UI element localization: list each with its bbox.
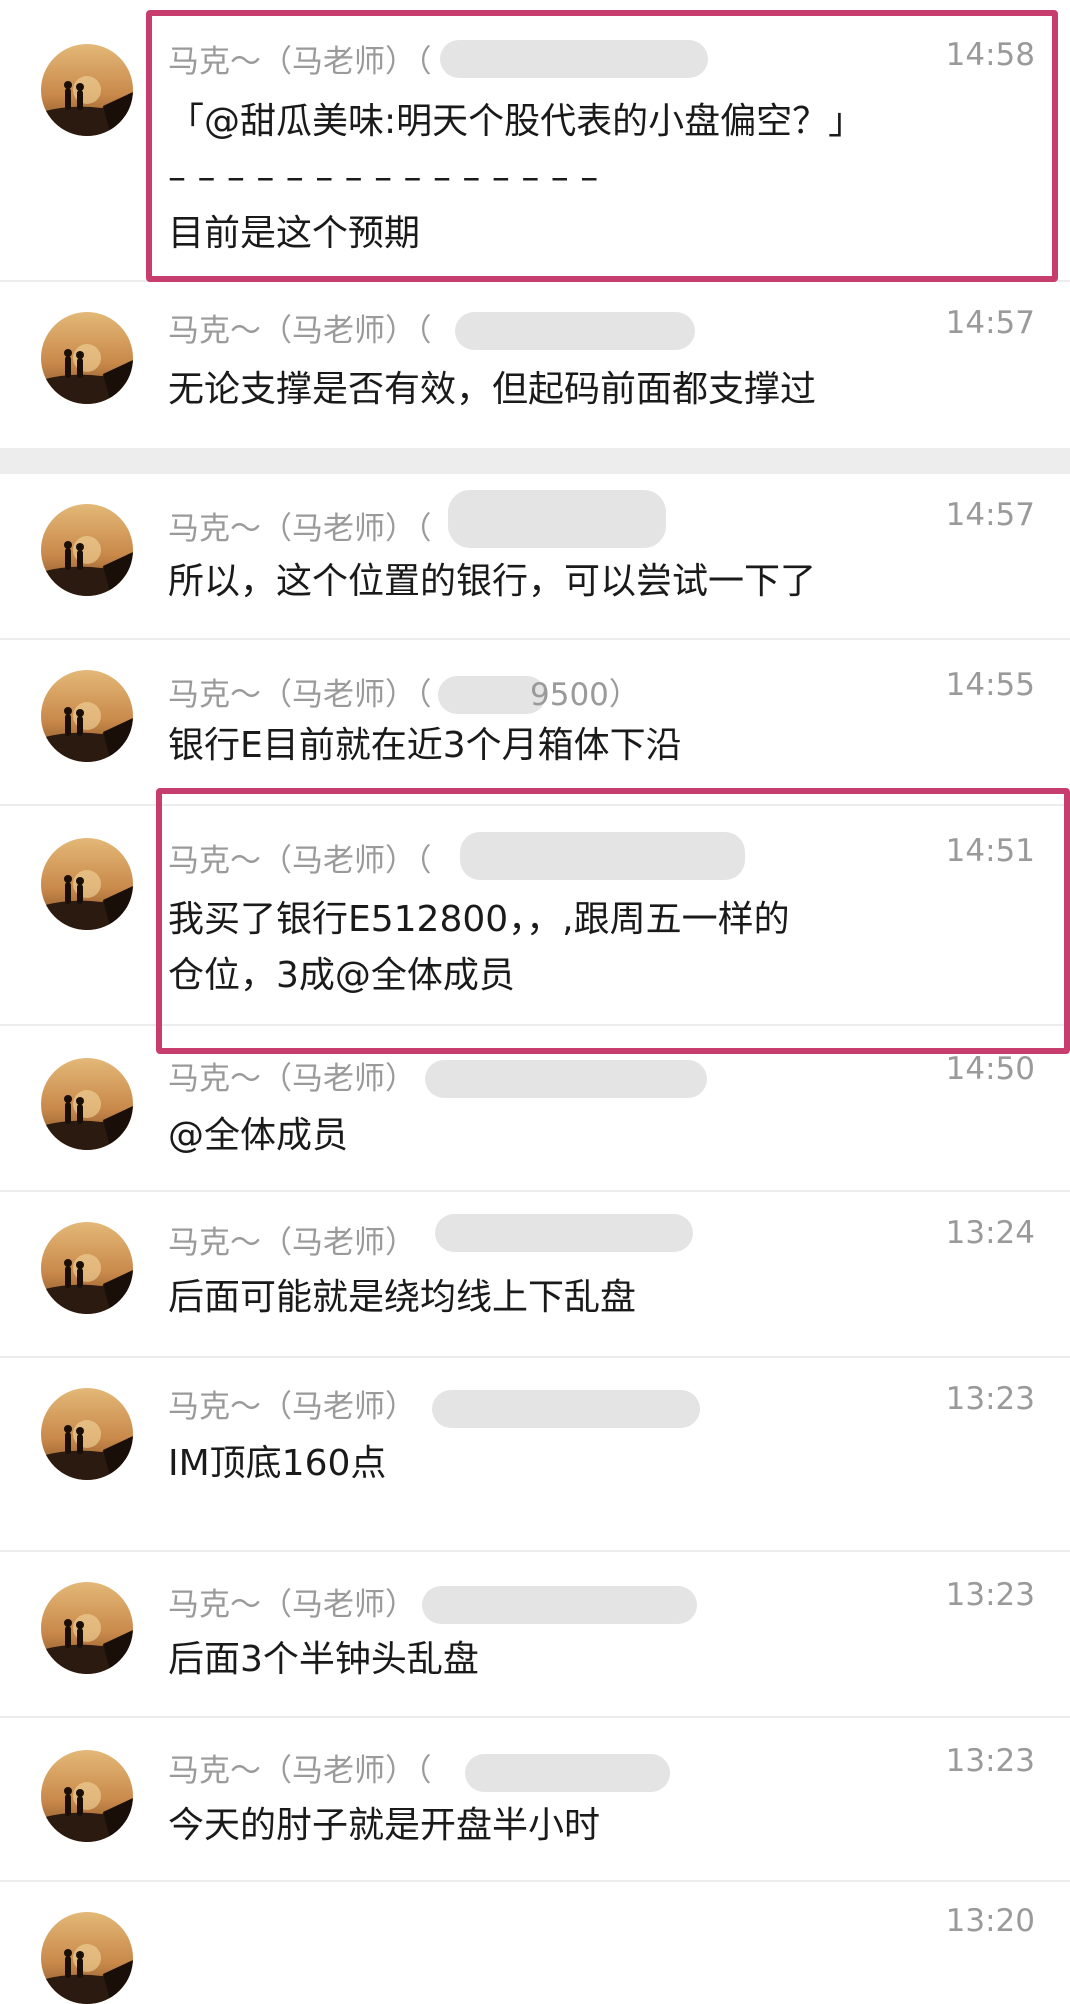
sunset-silhouette-avatar <box>41 1222 133 1314</box>
message-text: 后面可能就是绕均线上下乱盘 <box>168 1277 637 1318</box>
sunset-silhouette-avatar <box>41 1750 133 1842</box>
sender-name: 马克～（马老师） <box>168 1389 416 1425</box>
message-time: 14:55 <box>945 667 1035 703</box>
avatar[interactable] <box>41 1058 133 1150</box>
avatar[interactable] <box>41 670 133 762</box>
message-item[interactable]: 马克～（马老师） 13:23 后面3个半钟头乱盘 <box>0 1552 1070 1718</box>
message-time: 14:57 <box>945 497 1035 533</box>
message-time: 14:57 <box>945 305 1035 341</box>
message-item[interactable]: 马克～（马老师） 13:23 IM顶底160点 <box>0 1358 1070 1552</box>
message-time: 14:50 <box>945 1051 1035 1087</box>
sunset-silhouette-avatar <box>41 1912 133 2004</box>
message-text: 所以，这个位置的银行，可以尝试一下了 <box>168 561 817 602</box>
redacted-id <box>455 312 695 350</box>
sender-name: 马克～（马老师） <box>168 1225 416 1261</box>
sunset-silhouette-avatar <box>41 504 133 596</box>
avatar[interactable] <box>41 1582 133 1674</box>
message-text: 无论支撑是否有效，但起码前面都支撑过 <box>168 369 817 410</box>
sender-name: 马克～（马老师） <box>168 1587 416 1623</box>
avatar[interactable] <box>41 44 133 136</box>
message-time: 13:23 <box>945 1577 1035 1613</box>
redacted-id <box>435 1214 693 1252</box>
avatar[interactable] <box>41 504 133 596</box>
chat-feed[interactable]: 马克～（马老师）（ 14:58 「@甜瓜美味:明天个股代表的小盘偏空？」 – –… <box>0 0 1070 2004</box>
message-time: 13:20 <box>945 1903 1035 1939</box>
message-item[interactable]: 马克～（马老师）（ 9500） 14:55 银行E目前就在近3个月箱体下沿 <box>0 640 1070 806</box>
message-text: 今天的肘子就是开盘半小时 <box>168 1805 601 1846</box>
sunset-silhouette-avatar <box>41 1058 133 1150</box>
avatar[interactable] <box>41 838 133 930</box>
message-text: @全体成员 <box>168 1115 349 1156</box>
message-time: 13:23 <box>945 1381 1035 1417</box>
redacted-id <box>465 1754 670 1792</box>
sender-name-tail: 9500） <box>530 677 640 713</box>
message-text: IM顶底160点 <box>168 1443 387 1484</box>
message-text: 后面3个半钟头乱盘 <box>168 1639 479 1680</box>
message-time: 13:23 <box>945 1743 1035 1779</box>
sender-name: 马克～（马老师）（ <box>168 313 432 349</box>
message-item[interactable]: 13:20 <box>0 1882 1070 2004</box>
sunset-silhouette-avatar <box>41 44 133 136</box>
highlight-box <box>156 788 1070 1054</box>
redacted-id <box>422 1586 697 1624</box>
avatar[interactable] <box>41 1912 133 2004</box>
avatar[interactable] <box>41 1750 133 1842</box>
avatar[interactable] <box>41 1388 133 1480</box>
avatar[interactable] <box>41 312 133 404</box>
redacted-id <box>448 490 666 548</box>
sunset-silhouette-avatar <box>41 1388 133 1480</box>
avatar[interactable] <box>41 1222 133 1314</box>
message-item[interactable]: 马克～（马老师）（ 14:57 所以，这个位置的银行，可以尝试一下了 <box>0 474 1070 640</box>
sender-name: 马克～（马老师）（ <box>168 677 432 713</box>
sunset-silhouette-avatar <box>41 838 133 930</box>
sender-name: 马克～（马老师）（ <box>168 511 432 547</box>
message-item[interactable]: 马克～（马老师） 13:24 后面可能就是绕均线上下乱盘 <box>0 1192 1070 1358</box>
redacted-id <box>432 1390 700 1428</box>
sender-name: 马克～（马老师）（ <box>168 1753 432 1789</box>
sunset-silhouette-avatar <box>41 312 133 404</box>
sunset-silhouette-avatar <box>41 1582 133 1674</box>
redacted-id <box>425 1060 707 1098</box>
sender-name: 马克～（马老师） <box>168 1061 416 1097</box>
section-gap <box>0 448 1070 474</box>
message-item[interactable]: 马克～（马老师）（ 13:23 今天的肘子就是开盘半小时 <box>0 1718 1070 1882</box>
highlight-box <box>146 10 1058 282</box>
message-item[interactable]: 马克～（马老师）（ 14:57 无论支撑是否有效，但起码前面都支撑过 <box>0 282 1070 448</box>
message-time: 13:24 <box>945 1215 1035 1251</box>
sunset-silhouette-avatar <box>41 670 133 762</box>
message-text: 银行E目前就在近3个月箱体下沿 <box>168 725 682 766</box>
